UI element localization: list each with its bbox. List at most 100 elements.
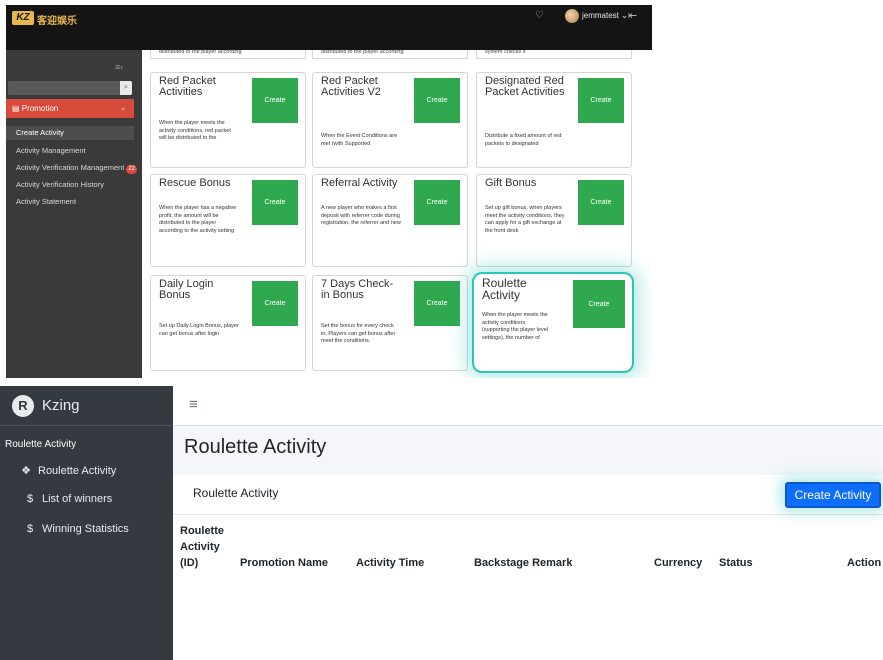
sidebar: R Kzing Roulette Activity ❖ Roulette Acti… xyxy=(0,386,173,660)
column-header-text: Roulette xyxy=(180,525,224,537)
menu-icon[interactable]: ≡ xyxy=(189,396,198,413)
brand-name: 客迎娱乐 xyxy=(37,16,77,27)
create-button[interactable]: Create xyxy=(252,78,298,123)
create-button[interactable]: Create xyxy=(578,180,624,225)
activity-card-rescue-bonus: Rescue Bonus When the player has a negat… xyxy=(150,174,306,267)
activity-card-red-packet: Red Packet Activities When the player me… xyxy=(150,72,306,168)
sidebar-item-label: Create Activity xyxy=(16,128,64,137)
card-description: Set up Daily Login Bonus, player can get… xyxy=(159,323,239,337)
sidebar-item-activity-verification-history[interactable]: Activity Verification History xyxy=(6,178,142,192)
sidebar-item-activity-statement[interactable]: Activity Statement xyxy=(6,195,142,209)
column-header-text: Activity xyxy=(180,541,220,553)
sidebar-item-label: Activity Statement xyxy=(16,197,77,206)
roulette-activity-card: Roulette Activity Create Activity Roulet… xyxy=(173,475,883,660)
sidebar-item-label: List of winners xyxy=(42,493,113,505)
create-activity-button[interactable]: Create Activity xyxy=(785,482,881,508)
avatar[interactable] xyxy=(565,9,579,23)
create-button[interactable]: Create xyxy=(578,78,624,123)
card-description: Set the bonus for every check in. Player… xyxy=(321,323,396,344)
sidebar-item-winning-statistics[interactable]: $ Winning Statistics xyxy=(22,523,129,535)
sidebar-item-label: Activity Verification History xyxy=(16,180,104,189)
user-menu[interactable]: jemmatest ⌄ xyxy=(582,11,628,20)
card-title: Roulette Activity xyxy=(482,276,527,302)
ticket-icon: ❖ xyxy=(21,465,31,477)
sidebar-item-roulette-activity[interactable]: ❖ Roulette Activity xyxy=(18,464,116,477)
card-description: When the player meets the activity condi… xyxy=(482,312,549,341)
username-label: jemmatest xyxy=(582,11,619,20)
sidebar-group-label: Promotion xyxy=(21,104,59,113)
activity-card-7-days-check-in: 7 Days Check-in Bonus Set the bonus for … xyxy=(312,275,468,371)
column-header-action[interactable]: Action xyxy=(847,555,881,571)
card-title: Gift Bonus xyxy=(485,177,537,189)
create-button[interactable]: Create xyxy=(573,280,625,328)
activity-card-gift-bonus: Gift Bonus Set up gift bonus, when playe… xyxy=(476,174,632,267)
dollar-icon: $ xyxy=(26,493,34,505)
card-description: system checks if xyxy=(485,49,526,55)
card-title: Daily Login Bonus xyxy=(159,278,214,301)
activity-card-red-packet-v2: Red Packet Activities V2 When the Event … xyxy=(312,72,468,168)
create-button[interactable]: Create xyxy=(414,180,460,225)
card-title: Rescue Bonus xyxy=(159,177,231,189)
column-header-promotion-name[interactable]: Promotion Name xyxy=(240,555,328,571)
create-button[interactable]: Create xyxy=(252,281,298,326)
activity-card-roulette: Roulette Activity When the player meets … xyxy=(472,272,634,373)
brand-name: Kzing xyxy=(42,397,80,414)
create-button[interactable]: Create xyxy=(252,180,298,225)
card-title: Roulette Activity xyxy=(193,486,279,500)
admin-panel-create-activity: KZ 客迎娱乐 ♡ jemmatest ⌄ ⇤ ≡‹ ⌕ ▤ Promotion… xyxy=(6,5,652,378)
column-header-id[interactable]: Roulette Activity (ID) xyxy=(180,523,224,571)
column-header-backstage-remark[interactable]: Backstage Remark xyxy=(474,555,572,571)
activity-card-partial: distributed to the player according xyxy=(312,49,468,59)
bell-icon[interactable]: ♡ xyxy=(535,10,547,22)
card-description: distributed to the player according xyxy=(159,49,242,55)
activity-card-daily-login-bonus: Daily Login Bonus Set up Daily Login Bon… xyxy=(150,275,306,371)
card-title: Red Packet Activities xyxy=(159,75,216,98)
chevron-down-icon: ⌄ xyxy=(120,105,126,112)
collapse-sidebar-icon[interactable]: ≡‹ xyxy=(115,62,123,72)
card-description: When the Event Conditions are met (with … xyxy=(321,133,398,147)
composite-screenshot: KZ 客迎娱乐 ♡ jemmatest ⌄ ⇤ ≡‹ ⌕ ▤ Promotion… xyxy=(0,0,883,660)
card-title: Designated Red Packet Activities xyxy=(485,75,565,98)
column-header-status[interactable]: Status xyxy=(719,555,753,571)
sidebar-item-label: Roulette Activity xyxy=(38,465,117,477)
promotion-icon: ▤ xyxy=(12,104,20,113)
column-header-activity-time[interactable]: Activity Time xyxy=(356,555,424,571)
brand-logo-icon[interactable]: KZ xyxy=(12,11,34,25)
top-header: KZ 客迎娱乐 ♡ jemmatest ⌄ ⇤ xyxy=(6,5,652,50)
sidebar-search-input[interactable]: ⌕ xyxy=(8,81,132,95)
column-header-text: (ID) xyxy=(180,557,199,569)
activity-card-referral: Referral Activity A new player who makes… xyxy=(312,174,468,267)
sidebar-group-promotion[interactable]: ▤ Promotion ⌄ xyxy=(6,99,134,118)
card-description: distributed to the player according xyxy=(321,49,404,55)
admin-panel-roulette-activity: R Kzing Roulette Activity ❖ Roulette Acti… xyxy=(0,386,883,660)
sidebar-section-title: Roulette Activity xyxy=(5,439,77,450)
card-description: Set up gift bonus, when players meet the… xyxy=(485,205,565,234)
card-description: Distribute a fixed amount of red packets… xyxy=(485,133,562,147)
activity-card-designated-red-packet: Designated Red Packet Activities Distrib… xyxy=(476,72,632,168)
card-description: When the player meets the activity condi… xyxy=(159,120,231,141)
sidebar-item-label: Winning Statistics xyxy=(42,523,129,535)
page-title: Roulette Activity xyxy=(184,436,327,458)
create-button[interactable]: Create xyxy=(414,78,460,123)
card-header: Roulette Activity Create Activity xyxy=(173,475,883,515)
sidebar-item-label: Activity Management xyxy=(16,146,86,155)
count-badge: 22 xyxy=(126,165,138,174)
activity-card-grid: distributed to the player according dist… xyxy=(142,49,652,378)
card-description: A new player who makes a first deposit w… xyxy=(321,205,401,226)
sidebar-item-activity-verification-management[interactable]: Activity Verification Management 22 xyxy=(6,161,142,175)
sidebar-item-create-activity[interactable]: Create Activity xyxy=(6,126,134,140)
card-description: When the player has a negative profit, t… xyxy=(159,205,237,234)
create-button[interactable]: Create xyxy=(414,281,460,326)
sidebar-item-list-of-winners[interactable]: $ List of winners xyxy=(22,493,112,505)
sidebar-item-activity-management[interactable]: Activity Management xyxy=(6,144,142,158)
card-title: Red Packet Activities V2 xyxy=(321,75,381,98)
sidebar-item-label: Activity Verification Management xyxy=(16,163,125,172)
search-icon[interactable]: ⌕ xyxy=(120,81,132,95)
brand[interactable]: R Kzing xyxy=(0,386,173,426)
activity-card-partial: system checks if xyxy=(476,49,632,59)
column-header-currency[interactable]: Currency xyxy=(654,555,702,571)
activity-card-partial: distributed to the player according xyxy=(150,49,306,59)
brand-logo-icon: R xyxy=(12,395,34,417)
logout-icon[interactable]: ⇤ xyxy=(628,9,637,22)
card-title: 7 Days Check-in Bonus xyxy=(321,278,394,301)
